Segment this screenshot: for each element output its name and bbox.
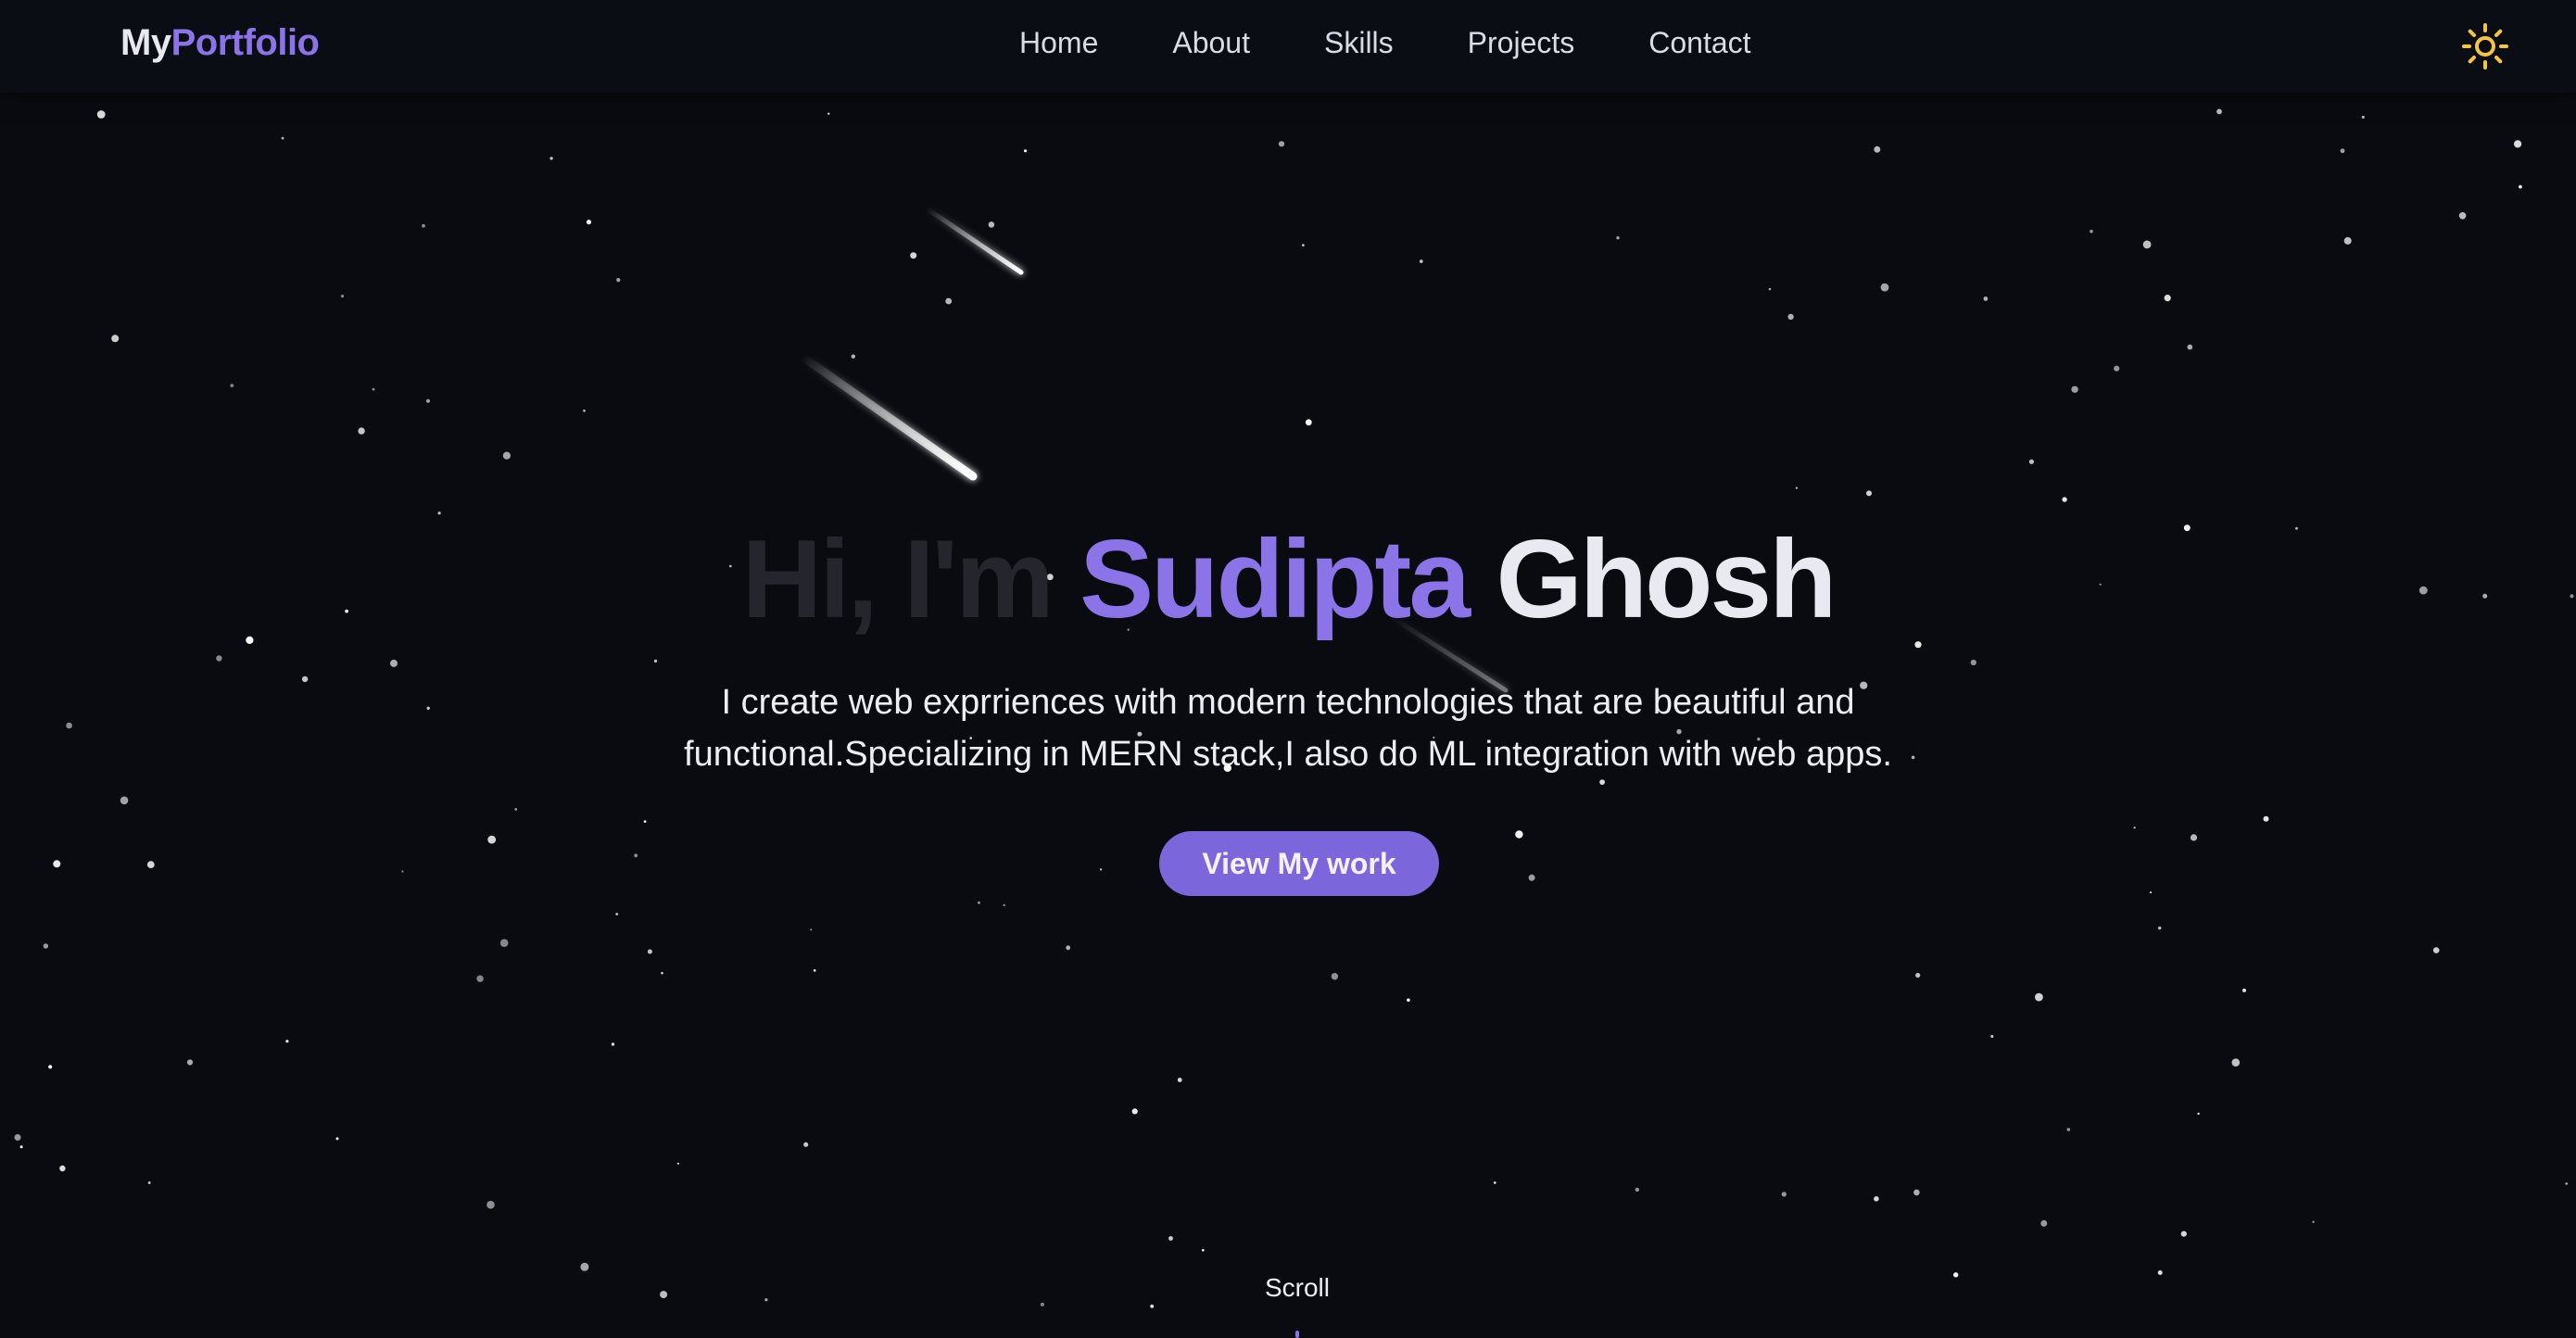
hero-section: Hi, I'm Sudipta Ghosh I create web exprr… (0, 0, 2576, 1338)
logo[interactable]: MyPortfolio (120, 22, 320, 64)
logo-text-my: My (120, 22, 171, 63)
sun-icon (2462, 23, 2508, 69)
nav-link-skills[interactable]: Skills (1324, 26, 1394, 60)
theme-toggle-button[interactable] (2461, 22, 2509, 70)
scroll-indicator[interactable]: Scroll (1195, 1273, 1399, 1303)
nav-links: Home About Skills Projects Contact (1019, 26, 1751, 60)
navbar: MyPortfolio Home About Skills Projects C… (0, 0, 2576, 93)
hero-last-name: Ghosh (1496, 517, 1837, 641)
hero-description: I create web exprriences with modern tec… (684, 683, 1892, 774)
hero-title: Hi, I'm Sudipta Ghosh (0, 514, 2576, 644)
scroll-dot-icon (1295, 1331, 1299, 1338)
logo-text-portfolio: Portfolio (170, 22, 320, 63)
hero-greeting: Hi, I'm (741, 517, 1054, 641)
hero-first-name: Sudipta (1080, 517, 1471, 641)
view-my-work-button[interactable]: View My work (1159, 831, 1439, 896)
nav-link-home[interactable]: Home (1019, 26, 1098, 60)
nav-link-contact[interactable]: Contact (1648, 26, 1750, 60)
nav-link-about[interactable]: About (1172, 26, 1250, 60)
nav-link-projects[interactable]: Projects (1468, 26, 1575, 60)
portfolio-page: MyPortfolio Home About Skills Projects C… (0, 0, 2576, 1338)
